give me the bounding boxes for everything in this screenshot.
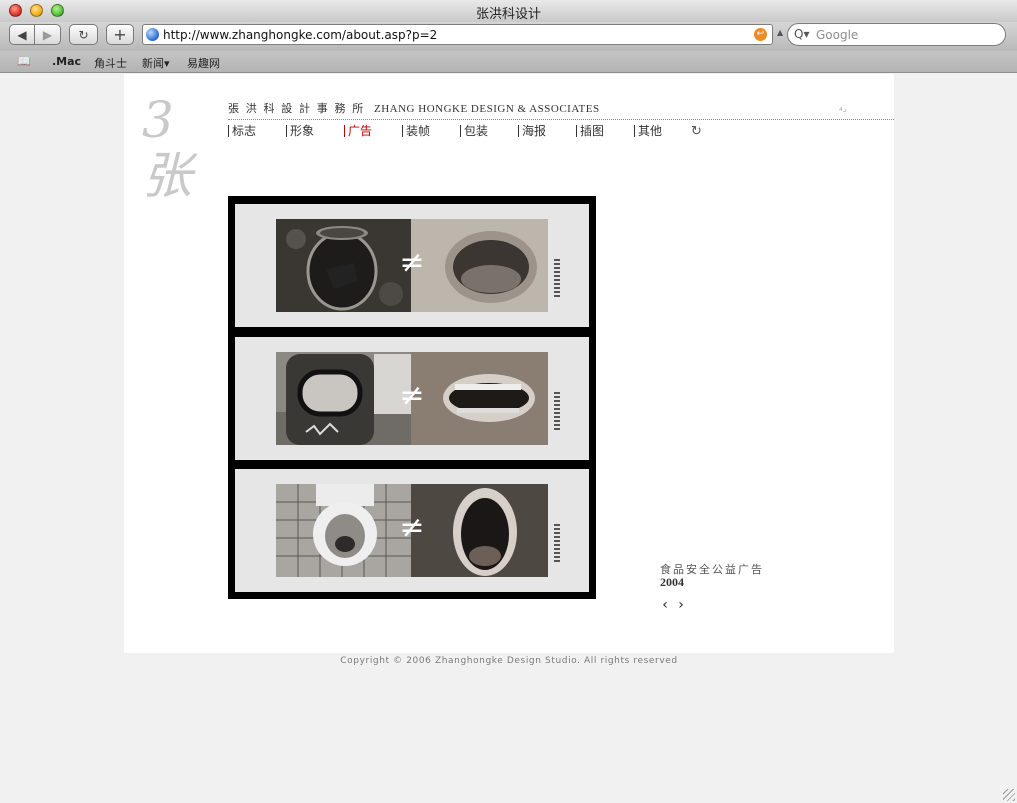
open-mouth-photo-2	[411, 352, 548, 445]
back-button[interactable]: ◀	[9, 24, 35, 45]
search-placeholder: Google	[816, 28, 859, 42]
bin-photo	[276, 352, 412, 445]
browser-toolbar: ◀ ▶ ↻ + http://www.zhanghongke.com/about…	[0, 22, 1017, 51]
forward-button[interactable]: ▶	[34, 24, 61, 45]
divider	[228, 119, 894, 120]
nav-item-illustration[interactable]: 插图	[576, 125, 604, 137]
nav-item-other[interactable]: 其他	[634, 125, 662, 137]
add-bookmark-button[interactable]: +	[106, 24, 134, 45]
search-icon[interactable]: Q▾	[794, 27, 809, 41]
ad-panel-trash-can: ≠	[235, 204, 589, 327]
ad-panel-bin: ≠	[235, 337, 589, 460]
snapback-icon[interactable]: ↩	[754, 28, 767, 41]
not-equal-symbol: ≠	[399, 245, 425, 280]
plus-icon: +	[113, 25, 127, 44]
address-dropdown-icon[interactable]: ▲	[777, 28, 783, 37]
book-icon[interactable]: 📖	[17, 55, 31, 68]
title-bar: 张洪科设计	[0, 0, 1017, 23]
artwork-pager: ‹ ›	[657, 597, 689, 613]
resize-handle[interactable]	[1003, 789, 1015, 801]
nav-item-identity[interactable]: 形象	[286, 125, 314, 137]
artwork-image: ≠ ≠ ≠	[228, 196, 596, 599]
artwork-year: 2004	[660, 575, 684, 589]
corner-mark-icon: ₄⌟	[839, 104, 847, 114]
ad-panel-toilet: ≠	[235, 469, 589, 592]
back-arrow-icon: ◀	[17, 27, 27, 42]
url-text[interactable]: http://www.zhanghongke.com/about.asp?p=2	[163, 28, 437, 42]
studio-name: 張 洪 科 設 計 事 務 所 ZHANG HONGKE DESIGN & AS…	[228, 100, 600, 116]
reload-icon: ↻	[78, 27, 89, 42]
not-equal-symbol: ≠	[399, 510, 425, 545]
bookmark-news[interactable]: 新闻▾	[142, 55, 170, 71]
window-title: 张洪科设计	[475, 7, 541, 22]
next-icon[interactable]: ›	[673, 597, 689, 613]
studio-name-cn: 張 洪 科 設 計 事 務 所	[228, 103, 366, 115]
studio-name-en: ZHANG HONGKE DESIGN & ASSOCIATES	[374, 103, 600, 115]
previous-icon[interactable]: ‹	[657, 597, 673, 613]
bookmarks-bar: 📖 .Mac 角斗士 新闻▾ 易趣网	[0, 51, 1017, 73]
vertical-caption-text	[554, 392, 560, 432]
nav-item-advertising[interactable]: 广告	[344, 125, 372, 137]
open-mouth-photo-1	[411, 219, 548, 312]
bookmark-mac[interactable]: .Mac	[52, 55, 81, 68]
reload-button[interactable]: ↻	[69, 24, 98, 45]
search-field[interactable]: Q▾ Google	[787, 23, 1006, 46]
forward-arrow-icon: ▶	[42, 27, 53, 42]
trash-basket-photo	[276, 219, 412, 312]
not-equal-symbol: ≠	[399, 378, 425, 413]
address-bar[interactable]: http://www.zhanghongke.com/about.asp?p=2…	[142, 24, 773, 45]
site-logo[interactable]: 3张	[142, 92, 212, 204]
bookmark-gladiator[interactable]: 角斗士	[94, 55, 127, 71]
nav-item-book-design[interactable]: 装帧	[402, 125, 430, 137]
vertical-caption-text	[554, 524, 560, 564]
bookmark-ebay[interactable]: 易趣网	[187, 55, 220, 71]
open-mouth-photo-3	[411, 484, 548, 577]
copyright-text: Copyright © 2006 Zhanghongke Design Stud…	[340, 656, 678, 666]
globe-icon	[146, 28, 159, 41]
page-content: 3张 張 洪 科 設 計 事 務 所 ZHANG HONGKE DESIGN &…	[124, 74, 894, 653]
toilet-photo	[276, 484, 412, 577]
nav-item-packaging[interactable]: 包装	[460, 125, 488, 137]
refresh-icon[interactable]: ↻	[691, 124, 702, 139]
vertical-caption-text	[554, 259, 560, 299]
nav-item-posters[interactable]: 海报	[518, 125, 546, 137]
nav-item-logo[interactable]: 标志	[228, 125, 256, 137]
